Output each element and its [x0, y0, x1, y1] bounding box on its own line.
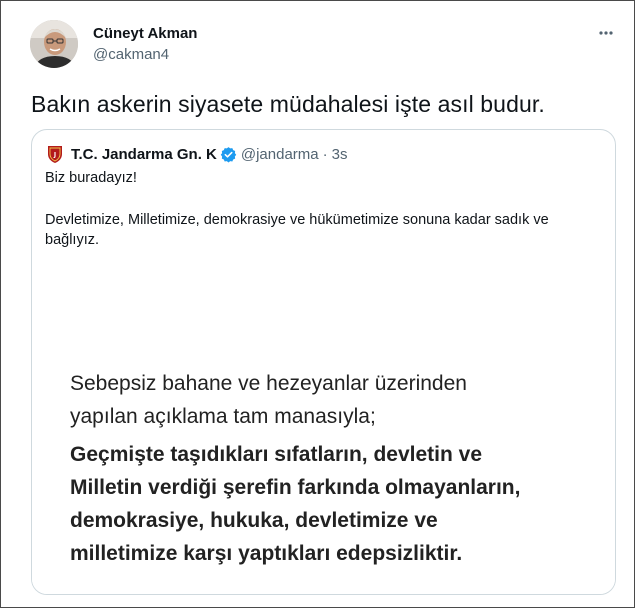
more-horizontal-icon — [599, 31, 613, 35]
quoted-tweet[interactable]: J T.C. Jandarma Gn. K @jandarma · 3s Biz… — [31, 129, 616, 595]
quoted-avatar[interactable]: J — [45, 144, 65, 164]
quoted-media-image[interactable]: Sebepsiz bahane ve hezeyanlar üzerinden … — [32, 370, 615, 594]
image-text-line: Milletin verdiği şerefin farkında olmaya… — [70, 476, 521, 499]
verified-badge-icon — [220, 146, 237, 163]
jandarma-emblem-icon: J — [48, 146, 62, 163]
more-options-button[interactable] — [591, 23, 621, 43]
image-text-line: Geçmişte taşıdıkları sıfatların, devleti… — [70, 443, 483, 466]
quoted-tweet-header: J T.C. Jandarma Gn. K @jandarma · 3s — [45, 143, 347, 165]
image-text-line: yapılan açıklama tam manasıyla; — [70, 405, 376, 428]
quoted-author-handle[interactable]: @jandarma — [241, 146, 319, 163]
image-text-line: Sebepsiz bahane ve hezeyanlar üzerinden — [70, 372, 467, 395]
author-avatar[interactable] — [30, 20, 78, 68]
image-text-line: demokrasiye, hukuka, devletimize ve — [70, 509, 438, 532]
separator-dot: · — [322, 145, 328, 163]
svg-text:J: J — [53, 152, 56, 159]
quoted-text-line: Biz buradayız! — [45, 170, 137, 186]
quoted-text-paragraph: Devletimize, Milletimize, demokrasiye ve… — [45, 212, 549, 248]
quoted-timestamp[interactable]: 3s — [332, 146, 348, 163]
quoted-author-name[interactable]: T.C. Jandarma Gn. K — [71, 146, 217, 163]
tweet-card: Cüneyt Akman @cakman4 Bakın askerin siya… — [0, 0, 635, 608]
author-name[interactable]: Cüneyt Akman — [93, 25, 197, 42]
author-handle[interactable]: @cakman4 — [93, 46, 169, 63]
tweet-text: Bakın askerin siyasete müdahalesi işte a… — [31, 91, 545, 117]
image-text-line: milletimize karşı yaptıkları edepsizlikt… — [70, 542, 463, 565]
